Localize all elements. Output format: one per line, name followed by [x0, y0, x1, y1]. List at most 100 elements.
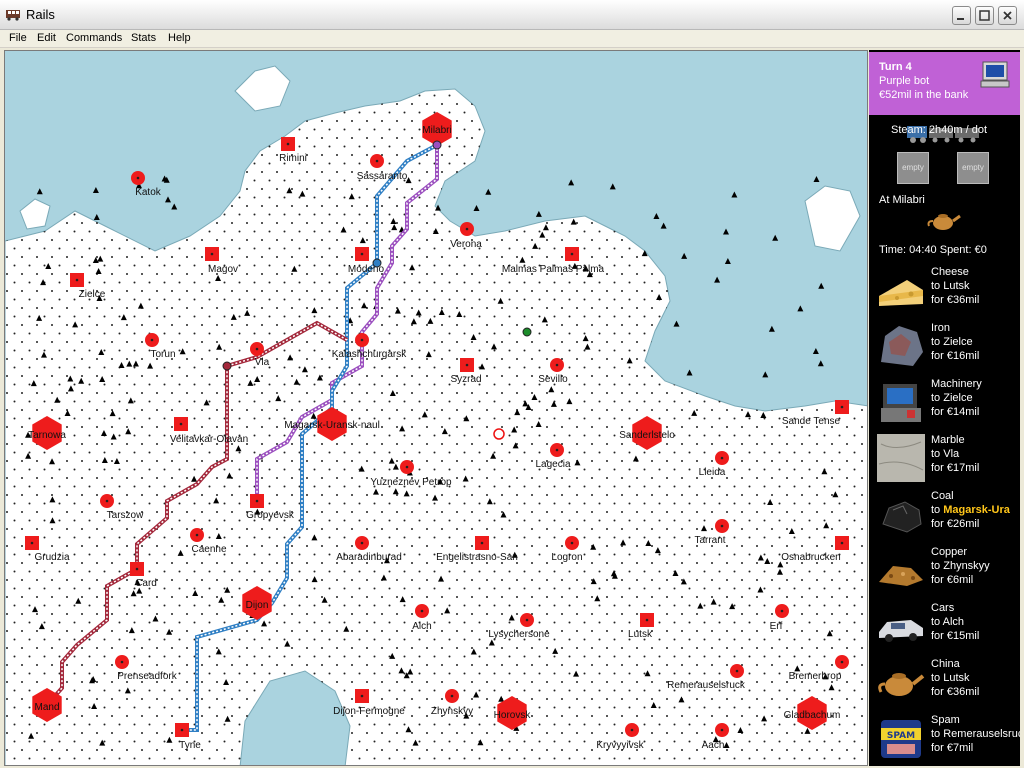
town-dot — [360, 694, 364, 698]
window-title: Rails — [26, 7, 55, 22]
destination: to Alch — [931, 616, 965, 628]
menu-commands[interactable]: Commands — [66, 32, 122, 44]
city-label: Magarsk-Uransk-naul — [284, 420, 380, 431]
city-label: Zielce — [79, 289, 106, 300]
town-dot — [840, 541, 844, 545]
cargo-name: Cars — [931, 602, 955, 614]
city-label: Abaradinburad — [336, 552, 402, 563]
title-bar[interactable]: Rails — [0, 0, 1024, 30]
city-dot — [420, 609, 424, 613]
maximize-button[interactable] — [975, 6, 994, 25]
city-dot — [136, 176, 140, 180]
train-marker-green[interactable] — [522, 327, 532, 337]
city-label: Velitavkar-Olavan — [170, 434, 248, 445]
train-marker-red[interactable] — [222, 361, 232, 371]
payment: for €6mil — [931, 574, 974, 586]
demand-card[interactable]: SPAM Spam to Remerauselsruc for €7mil — [869, 712, 1020, 766]
cargo-name: Machinery — [931, 378, 982, 390]
cargo-name: China — [931, 658, 960, 670]
machinery-icon — [881, 384, 921, 422]
city-label: Katok — [135, 187, 162, 198]
city-label: Alch — [412, 621, 431, 632]
cargo-name: Spam — [931, 714, 960, 726]
close-icon — [1003, 11, 1012, 20]
city-dot — [405, 465, 409, 469]
wagon-slot[interactable]: empty — [897, 152, 929, 184]
payment: for €14mil — [931, 406, 980, 418]
demand-card[interactable]: Cars to Alch for €15mil — [869, 600, 1020, 656]
city-label: Lleida — [699, 467, 726, 478]
game-map[interactable]: Milabri Rimini Sassaranto Katok Verona Magov M… — [4, 50, 868, 766]
demand-card[interactable]: Marble to Vla for €17mil — [869, 432, 1020, 488]
city-dot — [360, 541, 364, 545]
city-dot — [735, 669, 739, 673]
city-label: Milabri — [422, 125, 451, 136]
cargo-name: Iron — [931, 322, 950, 334]
city-dot — [195, 533, 199, 537]
teapot-icon — [878, 673, 925, 696]
demand-card[interactable]: Iron to Zielce for €16mil — [869, 320, 1020, 376]
destination: to Vla — [931, 448, 960, 460]
town-dot — [75, 278, 79, 282]
destination: to Magarsk-Ura — [931, 504, 1010, 516]
town-dot — [210, 252, 214, 256]
city-dot — [555, 448, 559, 452]
city-label: Sande Tense — [782, 416, 841, 427]
cheese-icon — [879, 280, 923, 306]
wagon-slot[interactable]: empty — [957, 152, 989, 184]
destination: to Zhynskyy — [931, 560, 990, 572]
city-dot — [465, 227, 469, 231]
city-dot — [105, 499, 109, 503]
city-label: Prenseadfork — [117, 671, 177, 682]
menu-help[interactable]: Help — [168, 32, 191, 44]
town-dot — [286, 142, 290, 146]
destination: to Lutsk — [931, 672, 970, 684]
spam-can-text: SPAM — [887, 731, 915, 741]
city-label: Rimini — [279, 153, 307, 164]
demand-card[interactable]: China to Lutsk for €36mil — [869, 656, 1020, 712]
city-label: Lagecia — [535, 459, 570, 470]
city-label: Caenne — [191, 544, 226, 555]
city-dot — [525, 618, 529, 622]
map-canvas[interactable]: Milabri Rimini Sassaranto Katok Verona Magov M… — [5, 51, 868, 766]
minimize-button[interactable] — [952, 6, 971, 25]
payment: for €36mil — [931, 686, 980, 698]
train-marker-blue[interactable] — [372, 258, 382, 268]
cargo-name: Copper — [931, 546, 968, 558]
city-label: Dijon — [246, 600, 269, 611]
time-spent: Time: 04:40 Spent: €0 — [879, 244, 987, 256]
demand-card[interactable]: Copper to Zhynskyy for €6mil — [869, 544, 1020, 600]
city-label: Zhynskyy — [431, 706, 473, 717]
town-dot — [135, 567, 139, 571]
cursor-target-icon — [493, 428, 505, 440]
demand-card[interactable]: Cheese to Lutsk for €36mil — [869, 264, 1020, 320]
highlighted-city: Magarsk-Ura — [943, 504, 1010, 516]
city-dot — [375, 159, 379, 163]
demand-card[interactable]: Machinery to Zielce for €14mil — [869, 376, 1020, 432]
destination: to Remerauselsruc — [931, 728, 1020, 740]
menu-stats[interactable]: Stats — [131, 32, 156, 44]
cargo-name: Coal — [931, 490, 954, 502]
city-label: Sassaranto — [357, 171, 408, 182]
bank-balance: €52mil in the bank — [879, 89, 969, 101]
close-button[interactable] — [998, 6, 1017, 25]
payment: for €7mil — [931, 742, 974, 754]
city-label: Gladbachum — [784, 710, 841, 721]
city-label: Tarszow — [107, 510, 144, 521]
city-label: Yuzneznev Petrop — [370, 477, 452, 488]
city-label: Osnabrucken — [781, 552, 840, 563]
train-app-icon — [6, 10, 20, 21]
town-dot — [180, 728, 184, 732]
computer-icon — [980, 61, 1010, 88]
car-icon — [879, 620, 923, 642]
payment: for €16mil — [931, 350, 980, 362]
city-label: Torun — [150, 349, 175, 360]
city-dot — [720, 456, 724, 460]
demand-card[interactable]: Coal to Magarsk-Ura for €26mil — [869, 488, 1020, 544]
train-marker-purple[interactable] — [432, 140, 442, 150]
payment: for €17mil — [931, 462, 980, 474]
menu-file[interactable]: File — [9, 32, 27, 44]
city-label: Lysychersone — [488, 629, 550, 640]
menu-edit[interactable]: Edit — [37, 32, 56, 44]
cargo-name: Marble — [931, 434, 965, 446]
